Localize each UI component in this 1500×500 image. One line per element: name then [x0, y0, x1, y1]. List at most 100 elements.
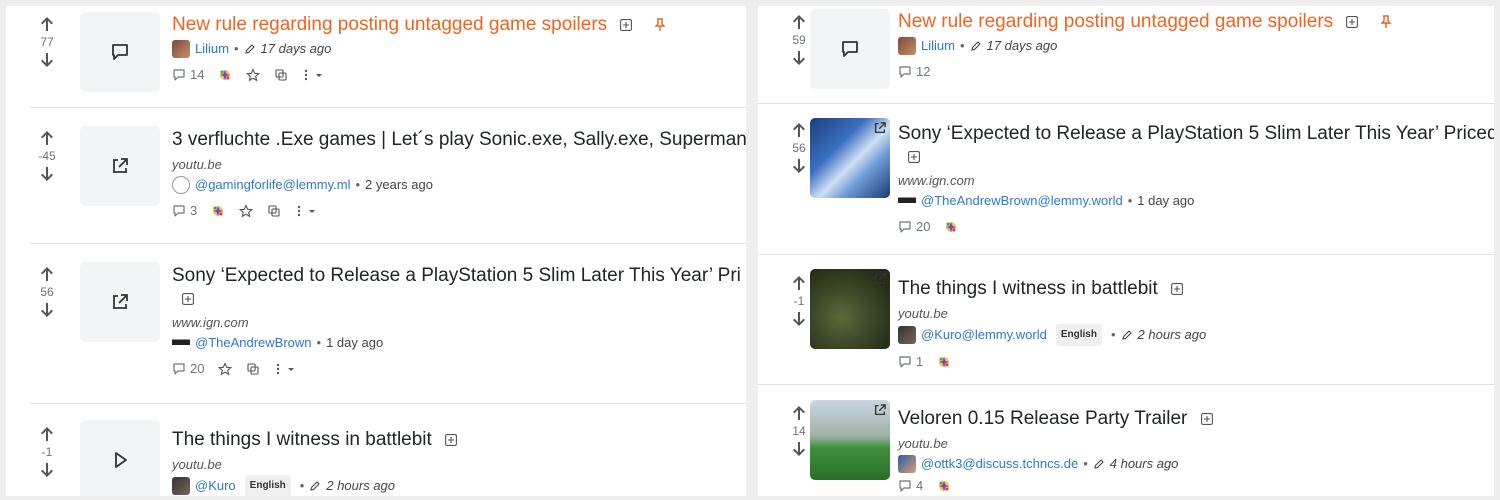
more-options-icon[interactable] [302, 68, 326, 82]
arrow-up-icon[interactable] [40, 16, 54, 32]
post-thumbnail[interactable] [810, 9, 890, 89]
comment-icon [898, 479, 912, 493]
post-title[interactable]: The things I witness in battlebit [898, 278, 1158, 299]
comments-button[interactable]: 12 [898, 64, 930, 79]
avatar[interactable] [172, 477, 190, 495]
plus-square-icon[interactable] [1346, 16, 1358, 28]
post-thumbnail[interactable] [80, 420, 160, 496]
federation-icon[interactable] [218, 68, 232, 82]
arrow-up-icon[interactable] [40, 266, 54, 282]
arrow-up-icon[interactable] [792, 405, 806, 421]
post-thumbnail[interactable] [80, 12, 160, 92]
author-link[interactable]: @TheAndrewBrown@lemmy.world [921, 191, 1123, 211]
post-domain[interactable]: www.ign.com [898, 172, 1494, 189]
comments-button[interactable]: 3 [172, 203, 197, 218]
post-thumbnail[interactable] [810, 400, 890, 480]
plus-square-icon[interactable] [1171, 283, 1183, 295]
arrow-down-icon[interactable] [40, 302, 54, 318]
federation-icon[interactable] [944, 220, 958, 234]
arrow-up-icon[interactable] [792, 122, 806, 138]
comments-button[interactable]: 14 [172, 67, 204, 82]
copy-icon[interactable] [246, 362, 260, 376]
arrow-down-icon[interactable] [40, 462, 54, 478]
author-link[interactable]: @Kuro [195, 476, 236, 496]
comments-button[interactable]: 20 [172, 361, 204, 376]
arrow-up-icon[interactable] [40, 130, 54, 146]
author-link[interactable]: @TheAndrewBrown [195, 333, 312, 353]
arrow-up-icon[interactable] [40, 426, 54, 442]
plus-square-icon[interactable] [1201, 413, 1213, 425]
author-link[interactable]: @Kuro@lemmy.world [921, 325, 1047, 345]
more-options-icon[interactable] [295, 204, 319, 218]
arrow-up-icon[interactable] [792, 14, 806, 30]
post-domain[interactable]: youtu.be [172, 456, 746, 473]
post-time: 1 day ago [326, 335, 384, 350]
comment-icon [898, 220, 912, 234]
post-actions: 4 [898, 478, 1494, 493]
plus-square-icon[interactable] [182, 293, 194, 305]
post-thumbnail[interactable] [810, 269, 890, 349]
federation-icon[interactable] [211, 204, 225, 218]
post-domain[interactable]: youtu.be [898, 435, 1494, 452]
post-score: -1 [41, 445, 53, 459]
more-options-icon[interactable] [274, 362, 298, 376]
avatar[interactable] [898, 455, 916, 473]
post-domain[interactable]: youtu.be [172, 156, 746, 173]
external-link-icon [872, 402, 888, 418]
post-title[interactable]: Sony ‘Expected to Release a PlayStation … [898, 123, 1494, 144]
arrow-down-icon[interactable] [792, 311, 806, 327]
post-score: -45 [38, 149, 56, 163]
copy-icon[interactable] [267, 204, 281, 218]
avatar[interactable] [172, 334, 190, 352]
post-thumbnail[interactable] [810, 118, 890, 198]
avatar[interactable] [172, 176, 190, 194]
arrow-down-icon[interactable] [792, 441, 806, 457]
arrow-up-icon[interactable] [792, 275, 806, 291]
comments-button[interactable]: 1 [898, 354, 923, 369]
star-icon[interactable] [218, 362, 232, 376]
plus-square-icon[interactable] [908, 151, 920, 163]
author-link[interactable]: Lilium [921, 36, 955, 56]
comment-count: 3 [190, 203, 198, 218]
post-title[interactable]: 3 verfluchte .Exe games | Let´s play Son… [172, 129, 746, 150]
avatar[interactable] [898, 37, 916, 55]
pin-icon [1380, 15, 1392, 29]
post-title[interactable]: New rule regarding posting untagged game… [898, 11, 1333, 32]
vote-box: 59 [786, 14, 812, 66]
arrow-down-icon[interactable] [792, 158, 806, 174]
author-link[interactable]: @ottk3@discuss.tchncs.de [921, 454, 1078, 474]
comment-icon [172, 362, 186, 376]
post-title[interactable]: The things I witness in battlebit [172, 429, 432, 450]
pencil-icon [1121, 329, 1133, 341]
author-link[interactable]: Lilium [195, 39, 229, 59]
post-domain[interactable]: youtu.be [898, 305, 1494, 322]
arrow-down-icon[interactable] [40, 166, 54, 182]
post-thumbnail[interactable] [80, 262, 160, 342]
post-domain[interactable]: www.ign.com [172, 314, 746, 331]
post-actions: 1 [898, 354, 1494, 369]
post-content: New rule regarding posting untagged game… [172, 13, 746, 82]
plus-square-icon[interactable] [620, 19, 632, 31]
comment-count: 14 [190, 67, 205, 82]
comments-button[interactable]: 20 [898, 219, 930, 234]
federation-icon[interactable] [937, 479, 951, 493]
post-score: -1 [793, 294, 805, 308]
copy-icon[interactable] [274, 68, 288, 82]
plus-square-icon[interactable] [445, 434, 457, 446]
comments-button[interactable]: 4 [898, 478, 923, 493]
avatar[interactable] [898, 326, 916, 344]
federation-icon[interactable] [937, 355, 951, 369]
star-icon[interactable] [246, 68, 260, 82]
star-icon[interactable] [239, 204, 253, 218]
comment-count: 4 [916, 478, 924, 493]
post-title[interactable]: Sony ‘Expected to Release a PlayStation … [172, 265, 741, 286]
avatar[interactable] [172, 40, 190, 58]
post-thumbnail[interactable] [80, 126, 160, 206]
arrow-down-icon[interactable] [40, 52, 54, 68]
post-title[interactable]: New rule regarding posting untagged game… [172, 14, 607, 35]
avatar[interactable] [898, 192, 916, 210]
post-title[interactable]: Veloren 0.15 Release Party Trailer [898, 408, 1187, 429]
author-link[interactable]: @gamingforlife@lemmy.ml [195, 175, 350, 195]
post-time: 2 years ago [365, 177, 433, 192]
arrow-down-icon[interactable] [792, 50, 806, 66]
